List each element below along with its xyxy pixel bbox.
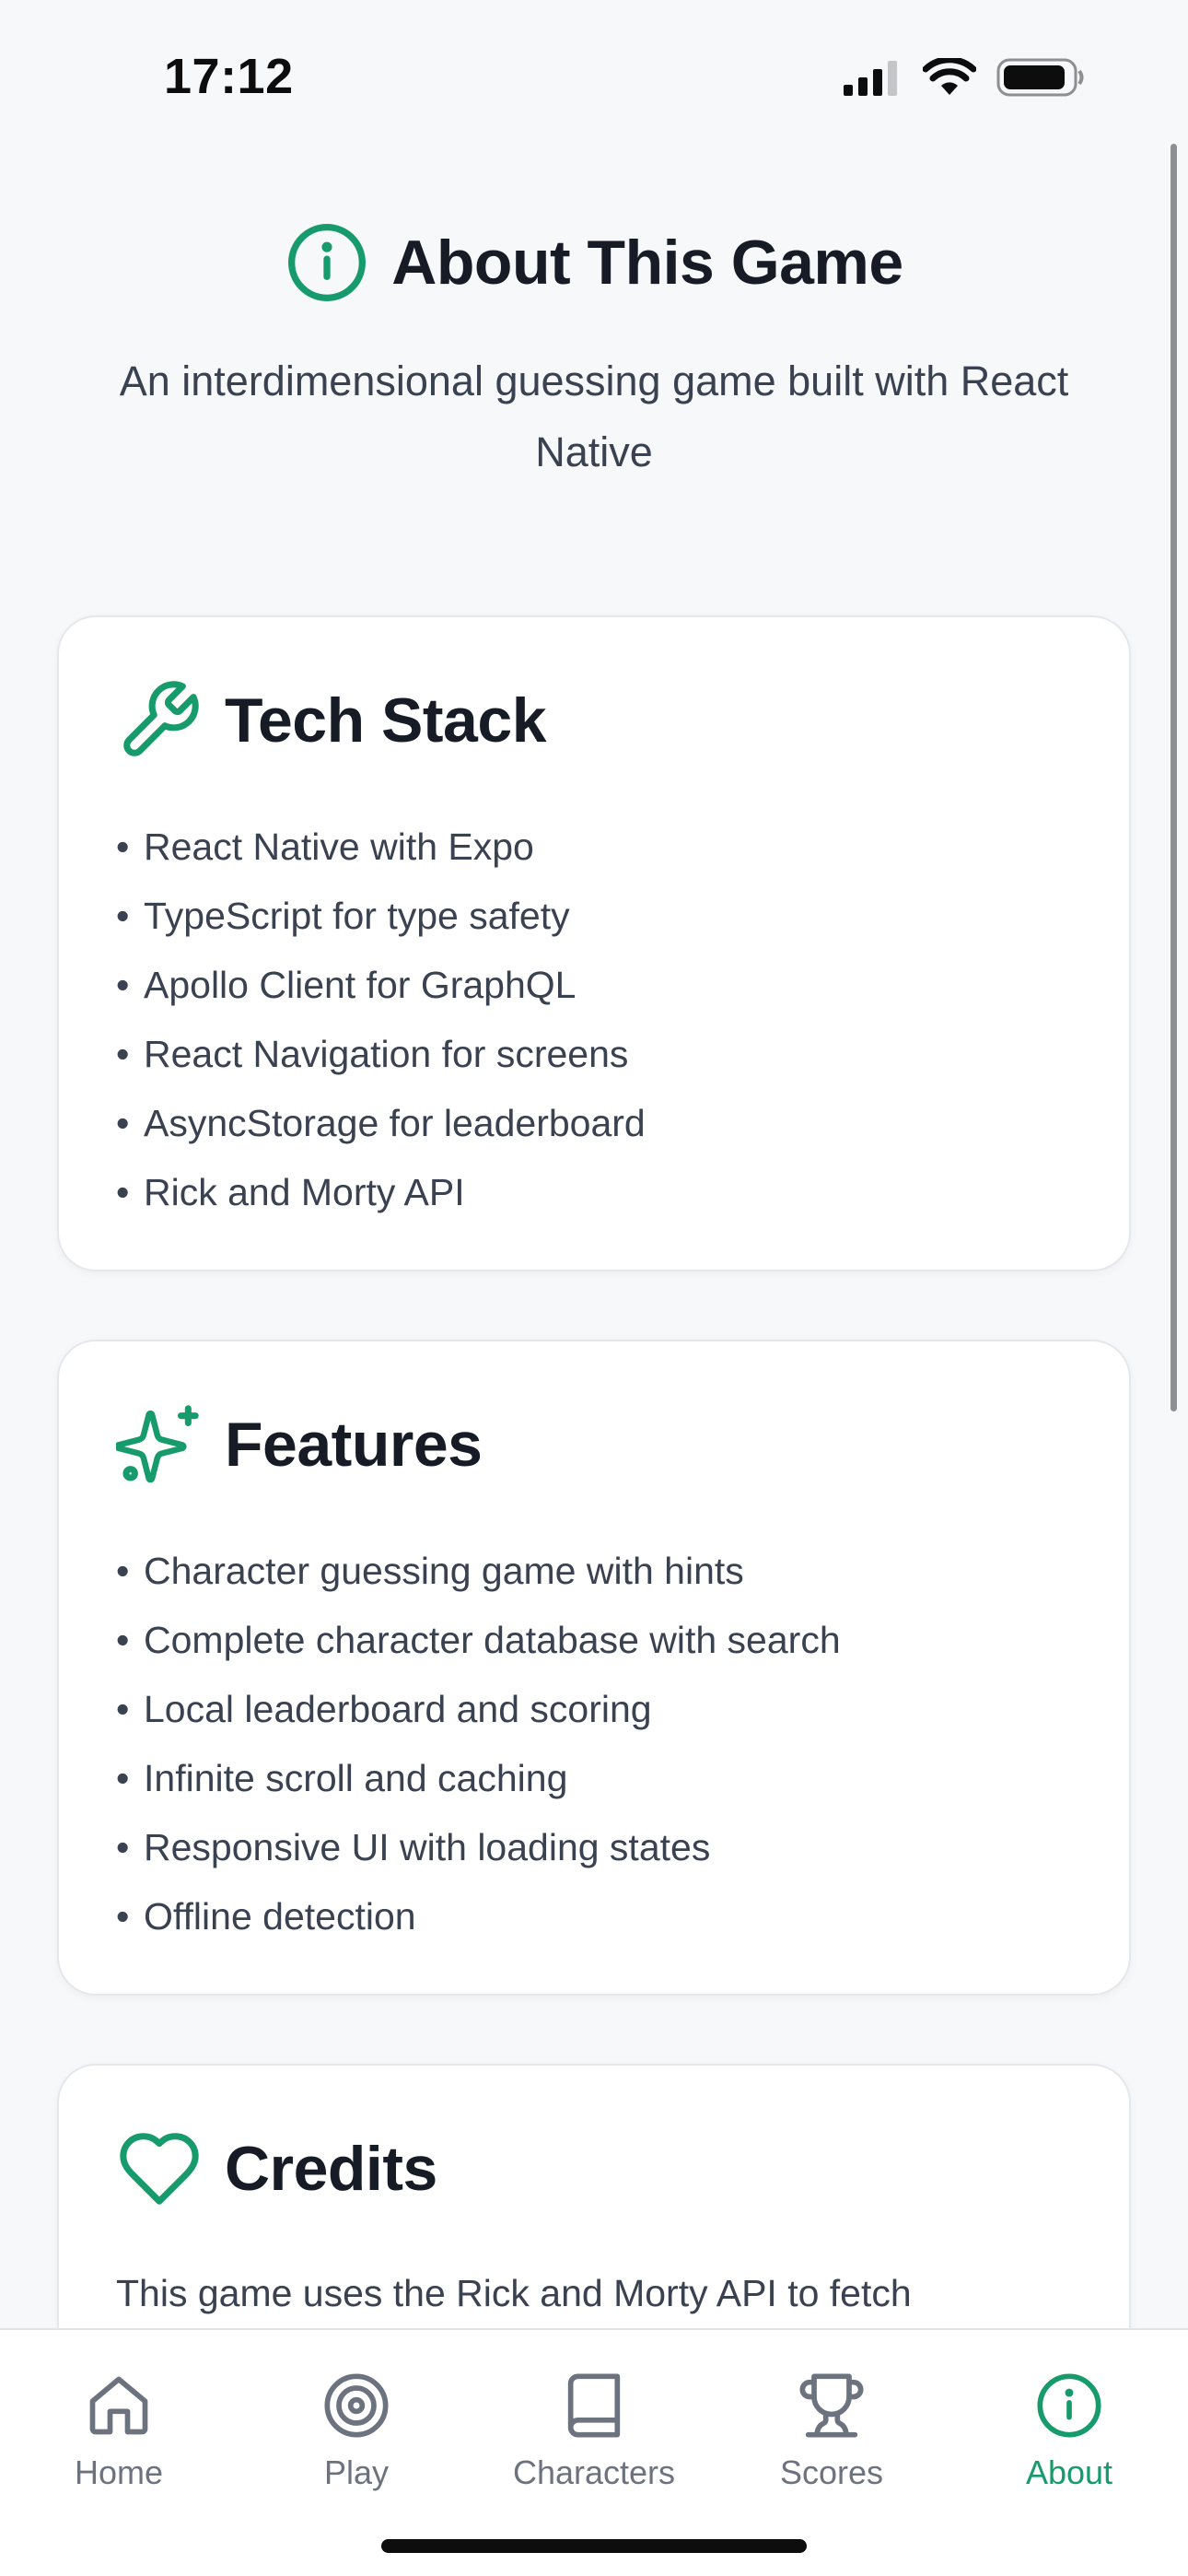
tech-stack-title: Tech Stack xyxy=(225,685,547,755)
wrench-icon xyxy=(123,681,199,756)
target-icon xyxy=(324,2373,389,2438)
cellular-signal-icon xyxy=(844,61,897,96)
list-item: • React Native with Expo xyxy=(116,825,534,868)
heart-icon xyxy=(120,2133,199,2205)
tech-stack-card: Tech Stack • React Native with Expo • Type… xyxy=(57,615,1131,1271)
tech-stack-list: • React Native with Expo • TypeScript for … xyxy=(116,813,1074,1227)
list-item: • Complete character database with search xyxy=(116,1619,841,1661)
title-row: About This Game xyxy=(0,217,1188,309)
page-title: About This Game xyxy=(391,228,903,298)
info-icon xyxy=(288,224,367,301)
credits-title: Credits xyxy=(225,2134,437,2204)
home-indicator[interactable] xyxy=(381,2539,807,2553)
home-icon xyxy=(89,2376,148,2435)
status-bar: 17:12 xyxy=(0,0,1188,147)
sparkles-icon xyxy=(116,1405,199,1483)
tab-label: Scores xyxy=(779,2453,884,2491)
list-item: • Rick and Morty API xyxy=(116,1171,465,1213)
credits-text: This game uses the Rick and Morty API to… xyxy=(116,2272,912,2314)
list-item: • Responsive UI with loading states xyxy=(116,1826,711,1868)
tab-label: Home xyxy=(74,2453,164,2491)
list-item: • TypeScript for type safety xyxy=(116,895,570,937)
page-header: About This Game An interdimensional gues… xyxy=(0,217,1188,487)
battery-icon xyxy=(996,58,1084,97)
list-item: • Infinite scroll and caching xyxy=(116,1757,568,1799)
tab-label: Play xyxy=(323,2453,390,2491)
wifi-icon xyxy=(923,58,976,95)
tab-about[interactable]: About xyxy=(950,2330,1188,2576)
list-item: • React Navigation for screens xyxy=(116,1033,629,1075)
status-time: 17:12 xyxy=(164,49,294,104)
tab-label: Characters xyxy=(512,2453,676,2491)
features-title: Features xyxy=(225,1410,483,1480)
features-card: Features • Character guessing game with h… xyxy=(57,1340,1131,1996)
tab-home[interactable]: Home xyxy=(0,2330,238,2576)
about-screen: 17:12 About This Game An interdimensiona… xyxy=(0,0,1188,2576)
credits-header: Credits xyxy=(116,2123,1074,2215)
features-list: • Character guessing game with hints • Com… xyxy=(116,1537,1074,1951)
tech-stack-header: Tech Stack xyxy=(116,674,1074,767)
book-icon xyxy=(567,2373,621,2438)
tab-label: About xyxy=(1025,2453,1113,2491)
info-icon xyxy=(1037,2373,1101,2438)
status-icons xyxy=(842,57,1085,98)
list-item: • Apollo Client for GraphQL xyxy=(116,964,577,1006)
list-item: • Character guessing game with hints xyxy=(116,1550,744,1592)
features-header: Features xyxy=(116,1399,1074,1491)
list-item: • AsyncStorage for leaderboard xyxy=(116,1102,646,1144)
list-item: • Local leaderboard and scoring xyxy=(116,1688,652,1730)
trophy-icon xyxy=(799,2373,864,2438)
page-subtitle: An interdimensional guessing game built … xyxy=(119,357,1069,475)
list-item: • Offline detection xyxy=(116,1895,416,1938)
